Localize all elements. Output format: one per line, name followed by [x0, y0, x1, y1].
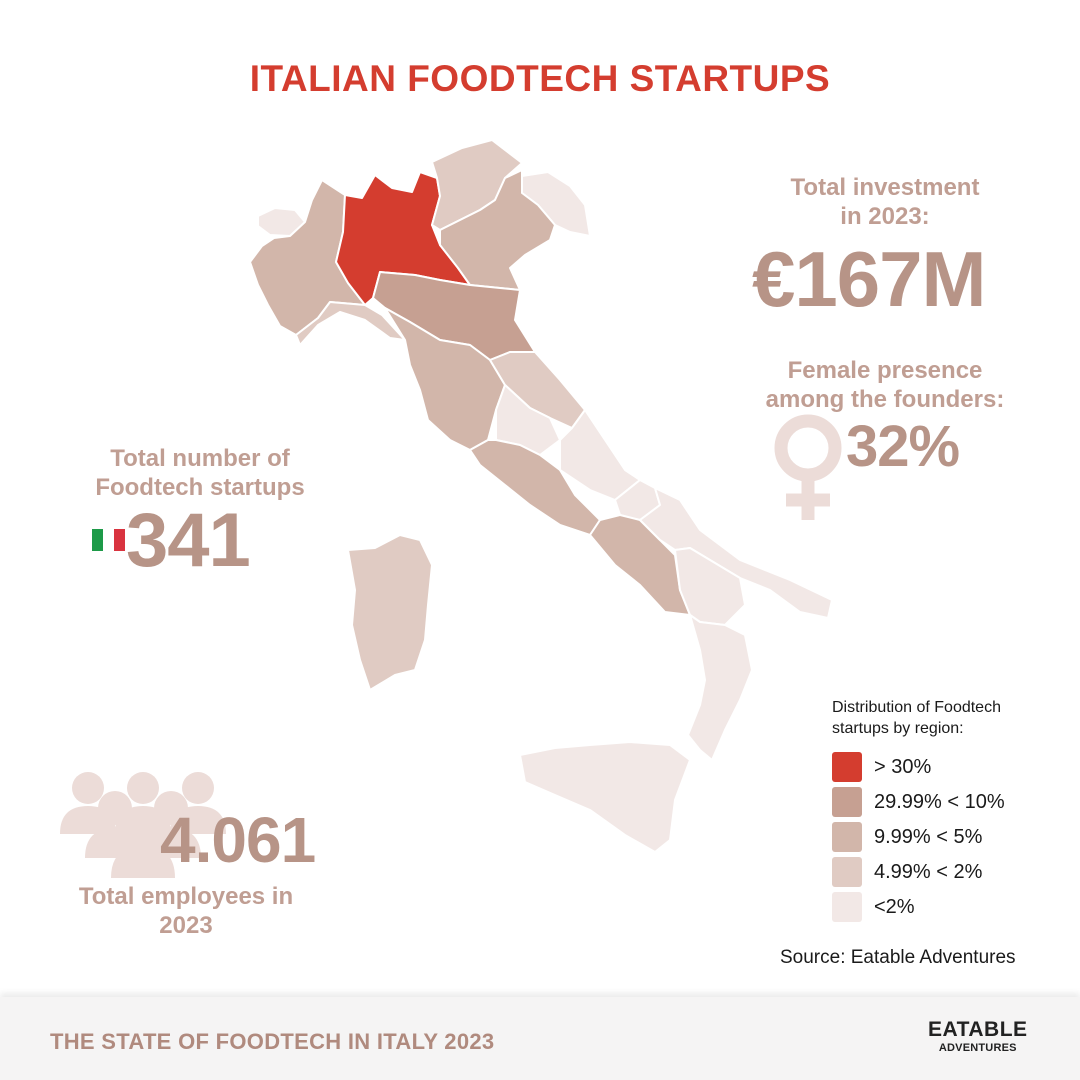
legend-item: <2% — [832, 892, 915, 922]
page-title: ITALIAN FOODTECH STARTUPS — [249, 58, 831, 99]
legend-title: Distribution of Foodtech startups by reg… — [832, 699, 1001, 737]
startups-label: Total number of Foodtech startups — [95, 445, 305, 501]
legend-swatch — [832, 752, 862, 782]
legend-swatch — [832, 892, 862, 922]
eatable-adventures-logo: EATABLE ADVENTURES — [928, 1019, 1028, 1054]
region-sardegna — [347, 534, 433, 691]
source-note: Source: Eatable Adventures — [780, 947, 1016, 968]
logo-line-1: EATABLE — [928, 1018, 1028, 1041]
investment-value: €167M — [752, 235, 986, 323]
legend-item: 9.99% < 5% — [832, 822, 982, 852]
italian-flag-icon — [92, 529, 125, 551]
female-presence-label: Female presence among the founders: — [765, 357, 1005, 413]
legend-label: > 30% — [874, 755, 932, 778]
employees-value: 4.061 — [160, 804, 316, 876]
footer-bar: THE STATE OF FOODTECH IN ITALY 2023 EATA… — [0, 997, 1080, 1080]
female-presence-value: 32% — [846, 414, 960, 479]
employees-label: Total employees in 2023 — [78, 883, 294, 939]
investment-label: Total investment in 2023: — [790, 174, 980, 230]
legend-swatch — [832, 857, 862, 887]
startups-value: 341 — [126, 498, 251, 583]
legend-label: <2% — [874, 895, 915, 918]
legend-swatch — [832, 822, 862, 852]
legend-item: > 30% — [832, 752, 931, 782]
legend-label: 4.99% < 2% — [874, 860, 983, 883]
footer-title: THE STATE OF FOODTECH IN ITALY 2023 — [50, 1029, 495, 1054]
legend-label: 29.99% < 10% — [874, 790, 1005, 813]
legend-item: 4.99% < 2% — [832, 857, 982, 887]
legend-label: 9.99% < 5% — [874, 825, 983, 848]
region-sicilia — [519, 741, 691, 853]
region-calabria — [687, 614, 753, 761]
legend-swatch — [832, 787, 862, 817]
female-symbol-icon — [774, 414, 842, 520]
legend-item: 29.99% < 10% — [832, 787, 1005, 817]
logo-line-2: ADVENTURES — [938, 1042, 1017, 1054]
